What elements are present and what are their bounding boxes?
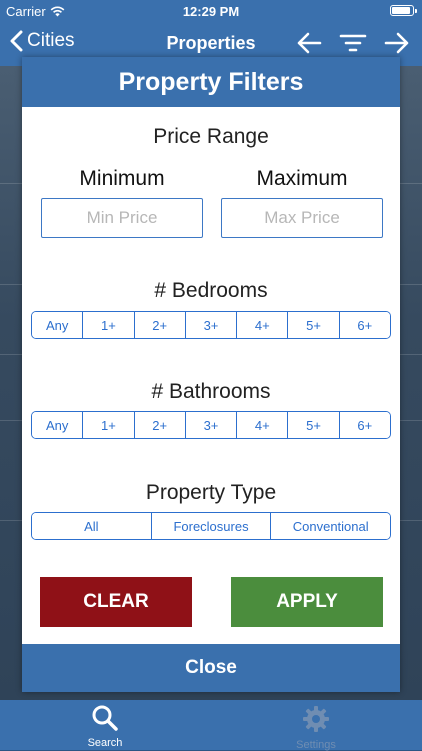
bathrooms-option-1[interactable]: 1+ bbox=[82, 412, 134, 438]
bedrooms-option-6[interactable]: 6+ bbox=[338, 312, 390, 338]
bathrooms-option-4[interactable]: 4+ bbox=[236, 412, 288, 438]
bedrooms-option-any[interactable]: Any bbox=[32, 312, 83, 338]
filter-icon[interactable] bbox=[338, 28, 368, 58]
bathrooms-option-3[interactable]: 3+ bbox=[184, 412, 237, 438]
tab-bar: Search Settings bbox=[0, 700, 422, 751]
modal-title: Property Filters bbox=[22, 57, 400, 107]
back-button-label: Cities bbox=[27, 30, 75, 51]
bedrooms-option-4[interactable]: 4+ bbox=[236, 312, 288, 338]
chevron-left-icon bbox=[10, 30, 23, 52]
bathrooms-option-2[interactable]: 2+ bbox=[133, 412, 185, 438]
apply-button[interactable]: APPLY bbox=[231, 577, 383, 627]
bathrooms-segmented-control: Any 1+ 2+ 3+ 4+ 5+ 6+ bbox=[31, 411, 391, 439]
clear-button[interactable]: CLEAR bbox=[40, 577, 192, 627]
close-button[interactable]: Close bbox=[22, 644, 400, 692]
status-bar: Carrier 12:29 PM bbox=[0, 0, 422, 22]
minimum-label: Minimum bbox=[79, 167, 165, 190]
property-filters-modal: Property Filters Price Range Minimum Max… bbox=[22, 57, 400, 692]
tab-settings[interactable]: Settings bbox=[281, 704, 351, 751]
property-type-title: Property Type bbox=[145, 481, 277, 504]
search-icon bbox=[92, 705, 118, 731]
bathrooms-option-6[interactable]: 6+ bbox=[338, 412, 390, 438]
bedrooms-title: # Bedrooms bbox=[154, 279, 268, 302]
bathrooms-option-5[interactable]: 5+ bbox=[287, 412, 339, 438]
tab-search-label: Search bbox=[87, 737, 123, 749]
price-range-title: Price Range bbox=[153, 125, 269, 148]
max-price-input[interactable] bbox=[221, 198, 383, 238]
gear-icon bbox=[303, 706, 329, 732]
bedrooms-option-5[interactable]: 5+ bbox=[287, 312, 339, 338]
status-time: 12:29 PM bbox=[182, 4, 240, 19]
property-type-option-foreclosures[interactable]: Foreclosures bbox=[150, 513, 271, 539]
bathrooms-title: # Bathrooms bbox=[151, 380, 271, 403]
min-price-input[interactable] bbox=[41, 198, 203, 238]
arrow-right-icon[interactable] bbox=[382, 28, 412, 58]
bedrooms-option-1[interactable]: 1+ bbox=[82, 312, 134, 338]
bathrooms-option-any[interactable]: Any bbox=[32, 412, 83, 438]
property-type-option-all[interactable]: All bbox=[32, 513, 151, 539]
battery-icon bbox=[390, 5, 417, 16]
battery-level bbox=[392, 7, 410, 14]
tab-settings-label: Settings bbox=[296, 739, 336, 751]
bedrooms-option-3[interactable]: 3+ bbox=[184, 312, 237, 338]
bedrooms-option-2[interactable]: 2+ bbox=[133, 312, 185, 338]
property-type-segmented-control: All Foreclosures Conventional bbox=[31, 512, 391, 540]
tab-search[interactable]: Search bbox=[70, 704, 140, 749]
arrow-left-icon[interactable] bbox=[294, 28, 324, 58]
bedrooms-segmented-control: Any 1+ 2+ 3+ 4+ 5+ 6+ bbox=[31, 311, 391, 339]
maximum-label: Maximum bbox=[256, 167, 348, 190]
nav-actions bbox=[294, 28, 412, 58]
property-type-option-conventional[interactable]: Conventional bbox=[270, 513, 390, 539]
back-button[interactable]: Cities bbox=[10, 30, 75, 52]
